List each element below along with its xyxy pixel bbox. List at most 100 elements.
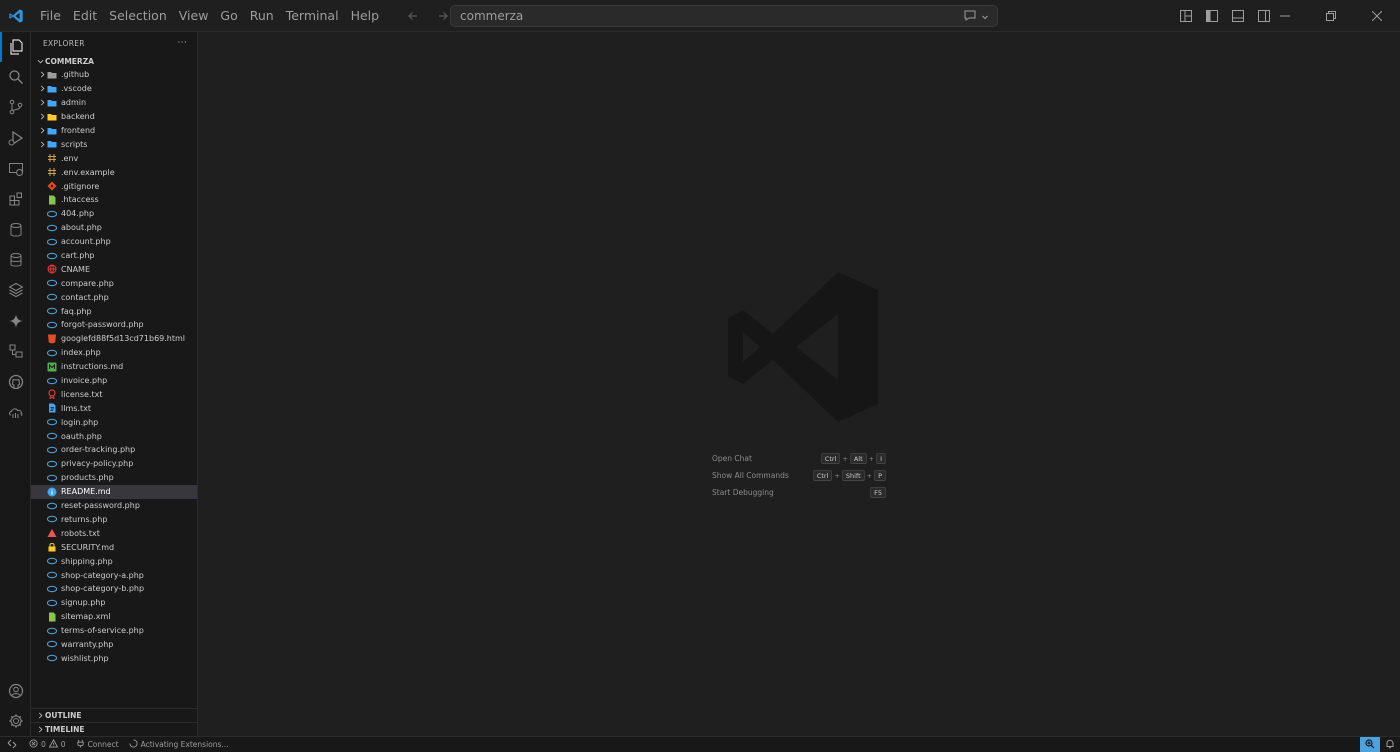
tree-file[interactable]: index.php [31,346,197,360]
menu-selection[interactable]: Selection [103,0,173,32]
tree-file[interactable]: .env [31,151,197,165]
extensions-icon[interactable] [0,184,31,214]
menu-view[interactable]: View [173,0,215,32]
tree-file[interactable]: README.md [31,484,197,499]
tree-file[interactable]: terms-of-service.php [31,624,197,638]
activity-bar [0,32,31,736]
tree-file[interactable]: .htaccess [31,193,197,207]
menu-go[interactable]: Go [214,0,243,32]
window-controls [1262,0,1400,32]
chat-toggle-button[interactable] [963,8,989,25]
xml-icon [47,612,57,622]
layers-icon[interactable] [0,275,31,305]
minimize-icon[interactable] [1262,0,1308,32]
tree-file[interactable]: license.txt [31,387,197,401]
database-explorer-icon[interactable] [0,245,31,275]
php-icon [47,251,57,261]
editor-area: Open Chat Ctrl + Alt + I Show All Commands Ctrl… [198,32,1400,736]
problems-indicator[interactable]: 0 0 [24,737,71,752]
tree-file[interactable]: forgot-password.php [31,318,197,332]
more-actions-icon[interactable]: ··· [178,38,187,48]
tree-file[interactable]: privacy-policy.php [31,457,197,471]
connect-button[interactable]: Connect [71,737,124,752]
settings-gear-icon[interactable] [0,706,31,736]
tree-file[interactable]: 404.php [31,207,197,221]
sparkle-icon[interactable] [0,306,31,336]
php-icon [47,278,57,288]
tree-file[interactable]: order-tracking.php [31,443,197,457]
remote-indicator[interactable] [0,737,24,752]
tree-file[interactable]: sitemap.xml [31,610,197,624]
tree-folder[interactable]: scripts [31,137,197,151]
tree-folder[interactable]: backend [31,110,197,124]
restore-icon[interactable] [1308,0,1354,32]
close-icon[interactable] [1354,0,1400,32]
toggle-panel-icon[interactable] [1228,6,1248,26]
tree-item-label: index.php [61,348,101,358]
tree-folder[interactable]: .vscode [31,82,197,96]
info-icon [47,487,57,497]
tree-file[interactable]: robots.txt [31,526,197,540]
tree-folder[interactable]: frontend [31,124,197,138]
tree-file[interactable]: CNAME [31,262,197,276]
tree-file[interactable]: warranty.php [31,638,197,652]
explorer-icon[interactable] [0,32,31,62]
tree-file[interactable]: shop-category-b.php [31,582,197,596]
database-icon[interactable] [0,215,31,245]
timeline-section-header[interactable]: TIMELINE [31,722,197,736]
run-debug-icon[interactable] [0,123,31,153]
menu-edit[interactable]: Edit [67,0,103,32]
tree-file[interactable]: llms.txt [31,401,197,415]
shortcut-row[interactable]: Show All Commands Ctrl + Shift + P [712,467,886,484]
cloud-icon[interactable] [0,397,31,427]
menu-run[interactable]: Run [244,0,280,32]
tree-item-label: .vscode [61,84,92,94]
tree-file[interactable]: shipping.php [31,554,197,568]
tree-file[interactable]: invoice.php [31,374,197,388]
tree-file[interactable]: .gitignore [31,179,197,193]
source-control-icon[interactable] [0,92,31,122]
workspace-root-header[interactable]: COMMERZA [31,54,94,68]
tree-file[interactable]: instructions.md [31,360,197,374]
tree-folder[interactable]: .github [31,68,197,82]
menu-file[interactable]: File [34,0,67,32]
tree-file[interactable]: shop-category-a.php [31,568,197,582]
outline-section-header[interactable]: OUTLINE [31,708,197,722]
tree-file[interactable]: .env.example [31,165,197,179]
tree-file[interactable]: faq.php [31,304,197,318]
command-center-search[interactable]: commerza [450,5,998,27]
remote-explorer-icon[interactable] [0,154,31,184]
tree-file[interactable]: compare.php [31,276,197,290]
tree-file[interactable]: returns.php [31,513,197,527]
menu-help[interactable]: Help [345,0,386,32]
tree-file[interactable]: contact.php [31,290,197,304]
tree-file[interactable]: wishlist.php [31,651,197,665]
tree-file[interactable]: about.php [31,221,197,235]
tree-file[interactable]: signup.php [31,596,197,610]
github-folder-icon [47,70,57,80]
tree-file[interactable]: account.php [31,235,197,249]
tree-file[interactable]: oauth.php [31,429,197,443]
github-icon[interactable] [0,367,31,397]
shortcut-row[interactable]: Open Chat Ctrl + Alt + I [712,450,886,467]
tree-file[interactable]: login.php [31,415,197,429]
search-icon[interactable] [0,62,31,92]
shortcut-row[interactable]: Start Debugging F5 [712,484,886,501]
tree-item-label: warranty.php [61,639,114,649]
tree-file[interactable]: googlefd88f5d13cd71b69.html [31,332,197,346]
tree-file[interactable]: reset-password.php [31,499,197,513]
loading-spinner-icon [129,739,138,750]
tree-folder[interactable]: admin [31,96,197,110]
go-back-icon[interactable] [402,5,424,27]
customize-layout-icon[interactable] [1176,6,1196,26]
tree-file[interactable]: SECURITY.md [31,540,197,554]
tree-file[interactable]: products.php [31,471,197,485]
toggle-primary-sidebar-icon[interactable] [1202,6,1222,26]
accounts-icon[interactable] [0,676,31,706]
tree-file[interactable]: cart.php [31,249,197,263]
menu-terminal[interactable]: Terminal [280,0,345,32]
menu-bar: File Edit Selection View Go Run Terminal Help [34,0,385,32]
notifications-button[interactable] [1380,737,1400,752]
zoom-indicator[interactable] [1360,737,1380,752]
shapes-icon[interactable] [0,336,31,366]
